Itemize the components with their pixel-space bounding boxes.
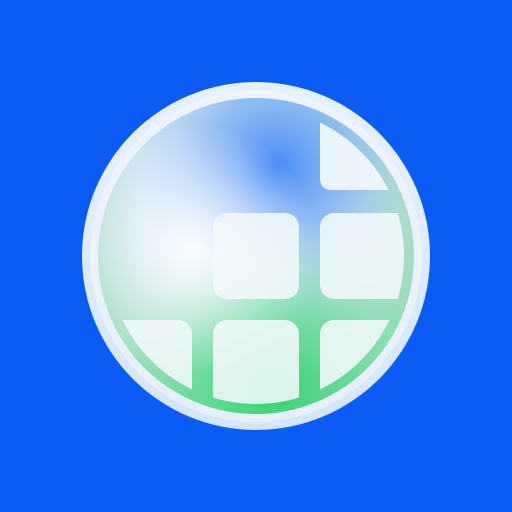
grid-tile-bottom-center bbox=[213, 320, 299, 404]
app-icon-canvas bbox=[0, 0, 512, 512]
grid-tile-middle-center bbox=[213, 213, 299, 299]
grid-globe-icon bbox=[82, 82, 430, 430]
